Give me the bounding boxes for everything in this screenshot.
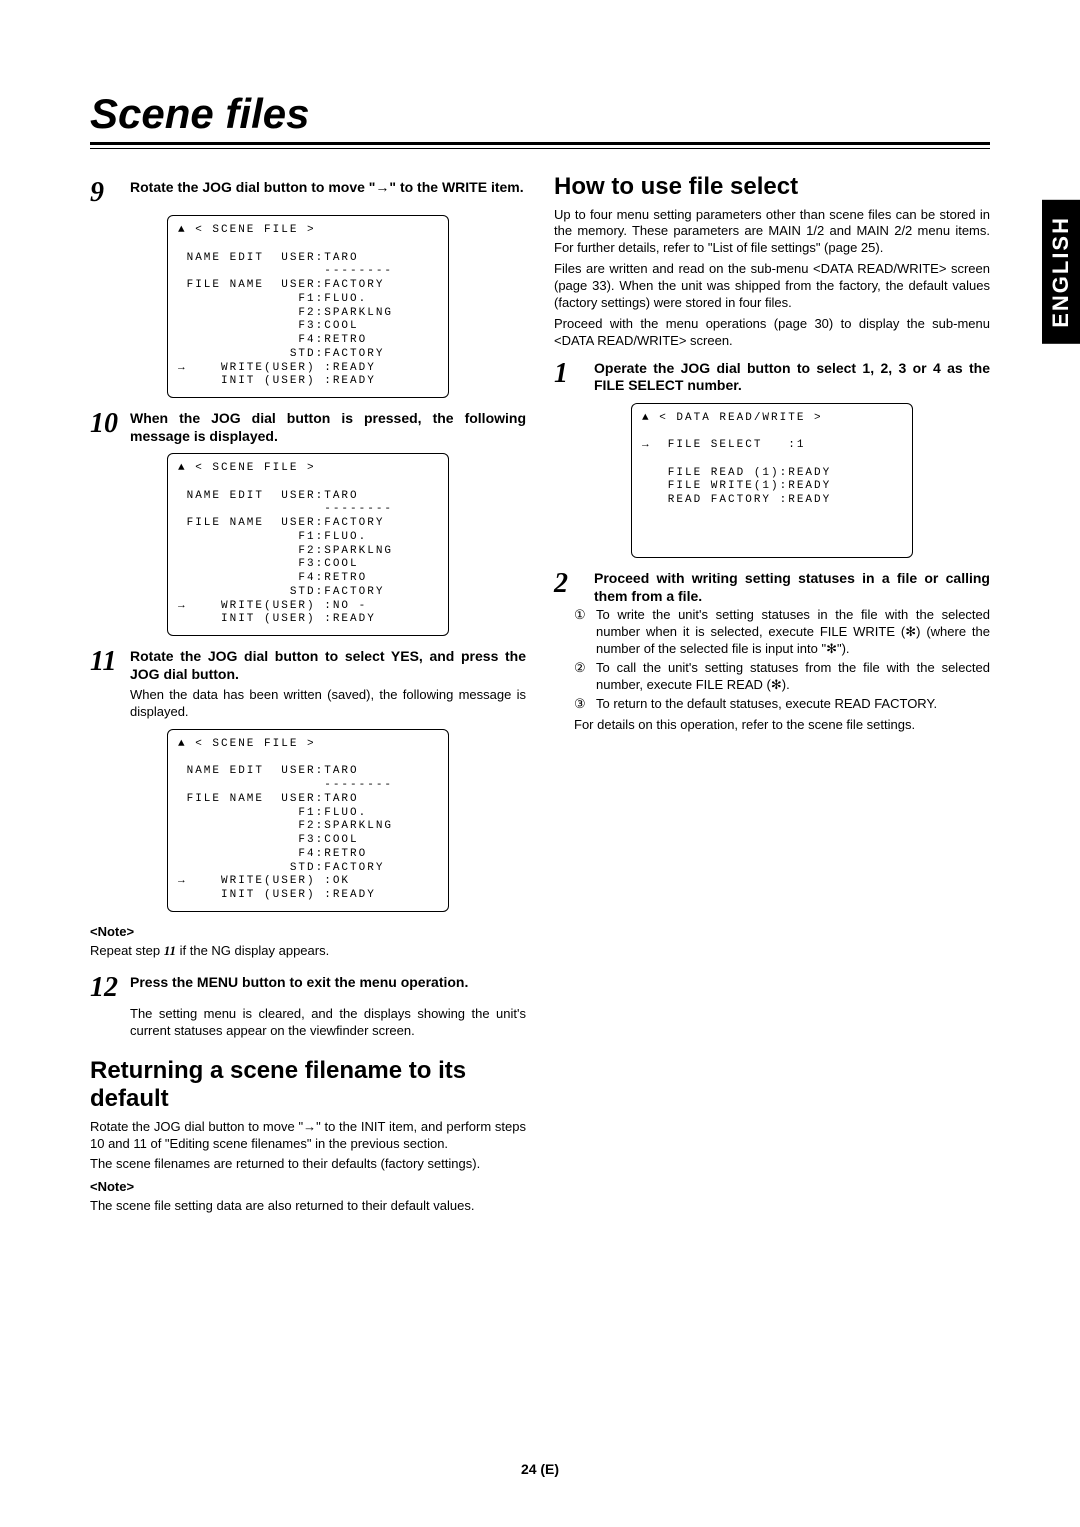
bullet-text: To return to the default statuses, execu… [596, 696, 937, 713]
step-number: 12 [90, 974, 124, 1002]
step-text: When the JOG dial button is pressed, the… [130, 410, 526, 445]
menu-screen-2: ▲ < SCENE FILE > NAME EDIT USER:TARO ---… [167, 453, 449, 636]
bullet-2: ② To call the unit's setting statuses fr… [574, 660, 990, 694]
step-body: When the data has been written (saved), … [130, 687, 526, 721]
title-divider [90, 142, 990, 149]
step-number: 9 [90, 179, 124, 207]
menu-screen-3: ▲ < SCENE FILE > NAME EDIT USER:TARO ---… [167, 729, 449, 912]
menu-screen-1: ▲ < SCENE FILE > NAME EDIT USER:TARO ---… [167, 215, 449, 398]
bullet-text: To write the unit's setting statuses in … [596, 607, 990, 658]
step-number: 10 [90, 410, 124, 445]
paragraph: Proceed with the menu operations (page 3… [554, 316, 990, 350]
bullet-1: ① To write the unit's setting statuses i… [574, 607, 990, 658]
language-tab: ENGLISH [1042, 200, 1080, 344]
page: ENGLISH Scene files 9 Rotate the JOG dia… [0, 0, 1080, 1527]
step-9: 9 Rotate the JOG dial button to move "→"… [90, 179, 526, 207]
menu-screen-4: ▲ < DATA READ/WRITE > → FILE SELECT :1 F… [631, 403, 913, 559]
step-12: 12 Press the MENU button to exit the men… [90, 974, 526, 1002]
section-heading-return: Returning a scene filename to its defaul… [90, 1057, 526, 1112]
columns: 9 Rotate the JOG dial button to move "→"… [90, 173, 990, 1219]
paragraph: Files are written and read on the sub-me… [554, 261, 990, 312]
right-column: How to use file select Up to four menu s… [554, 173, 990, 1219]
circled-number-icon: ① [574, 607, 590, 658]
step-text: Operate the JOG dial button to select 1,… [594, 360, 990, 395]
step-number: 1 [554, 360, 588, 395]
paragraph: For details on this operation, refer to … [574, 717, 990, 734]
paragraph: Up to four menu setting parameters other… [554, 207, 990, 258]
step-10: 10 When the JOG dial button is pressed, … [90, 410, 526, 445]
bullet-text: To call the unit's setting statuses from… [596, 660, 990, 694]
left-column: 9 Rotate the JOG dial button to move "→"… [90, 173, 526, 1219]
step-1: 1 Operate the JOG dial button to select … [554, 360, 990, 395]
note-body: The scene file setting data are also ret… [90, 1198, 526, 1215]
circled-number-icon: ② [574, 660, 590, 694]
step-text: Proceed with writing setting statuses in… [594, 570, 990, 605]
step-body: The setting menu is cleared, and the dis… [130, 1006, 526, 1040]
step-text: Rotate the JOG dial button to select YES… [130, 648, 526, 683]
step-2: 2 Proceed with writing setting statuses … [554, 570, 990, 605]
step-text: Rotate the JOG dial button to move "→" t… [130, 179, 526, 207]
circled-number-icon: ③ [574, 696, 590, 713]
step-number: 2 [554, 570, 588, 605]
bullet-3: ③ To return to the default statuses, exe… [574, 696, 990, 713]
section-heading-fileselect: How to use file select [554, 173, 990, 201]
step-text: Press the MENU button to exit the menu o… [130, 974, 526, 1002]
page-title: Scene files [90, 90, 990, 138]
step-11: 11 Rotate the JOG dial button to select … [90, 648, 526, 683]
paragraph: The scene filenames are returned to thei… [90, 1156, 526, 1173]
step-number: 11 [90, 648, 124, 683]
note-label: <Note> [90, 1179, 526, 1194]
page-number: 24 (E) [0, 1461, 1080, 1477]
paragraph: Rotate the JOG dial button to move "→" t… [90, 1119, 526, 1153]
note-label: <Note> [90, 924, 526, 939]
note-body: Repeat step 11 if the NG display appears… [90, 943, 526, 960]
